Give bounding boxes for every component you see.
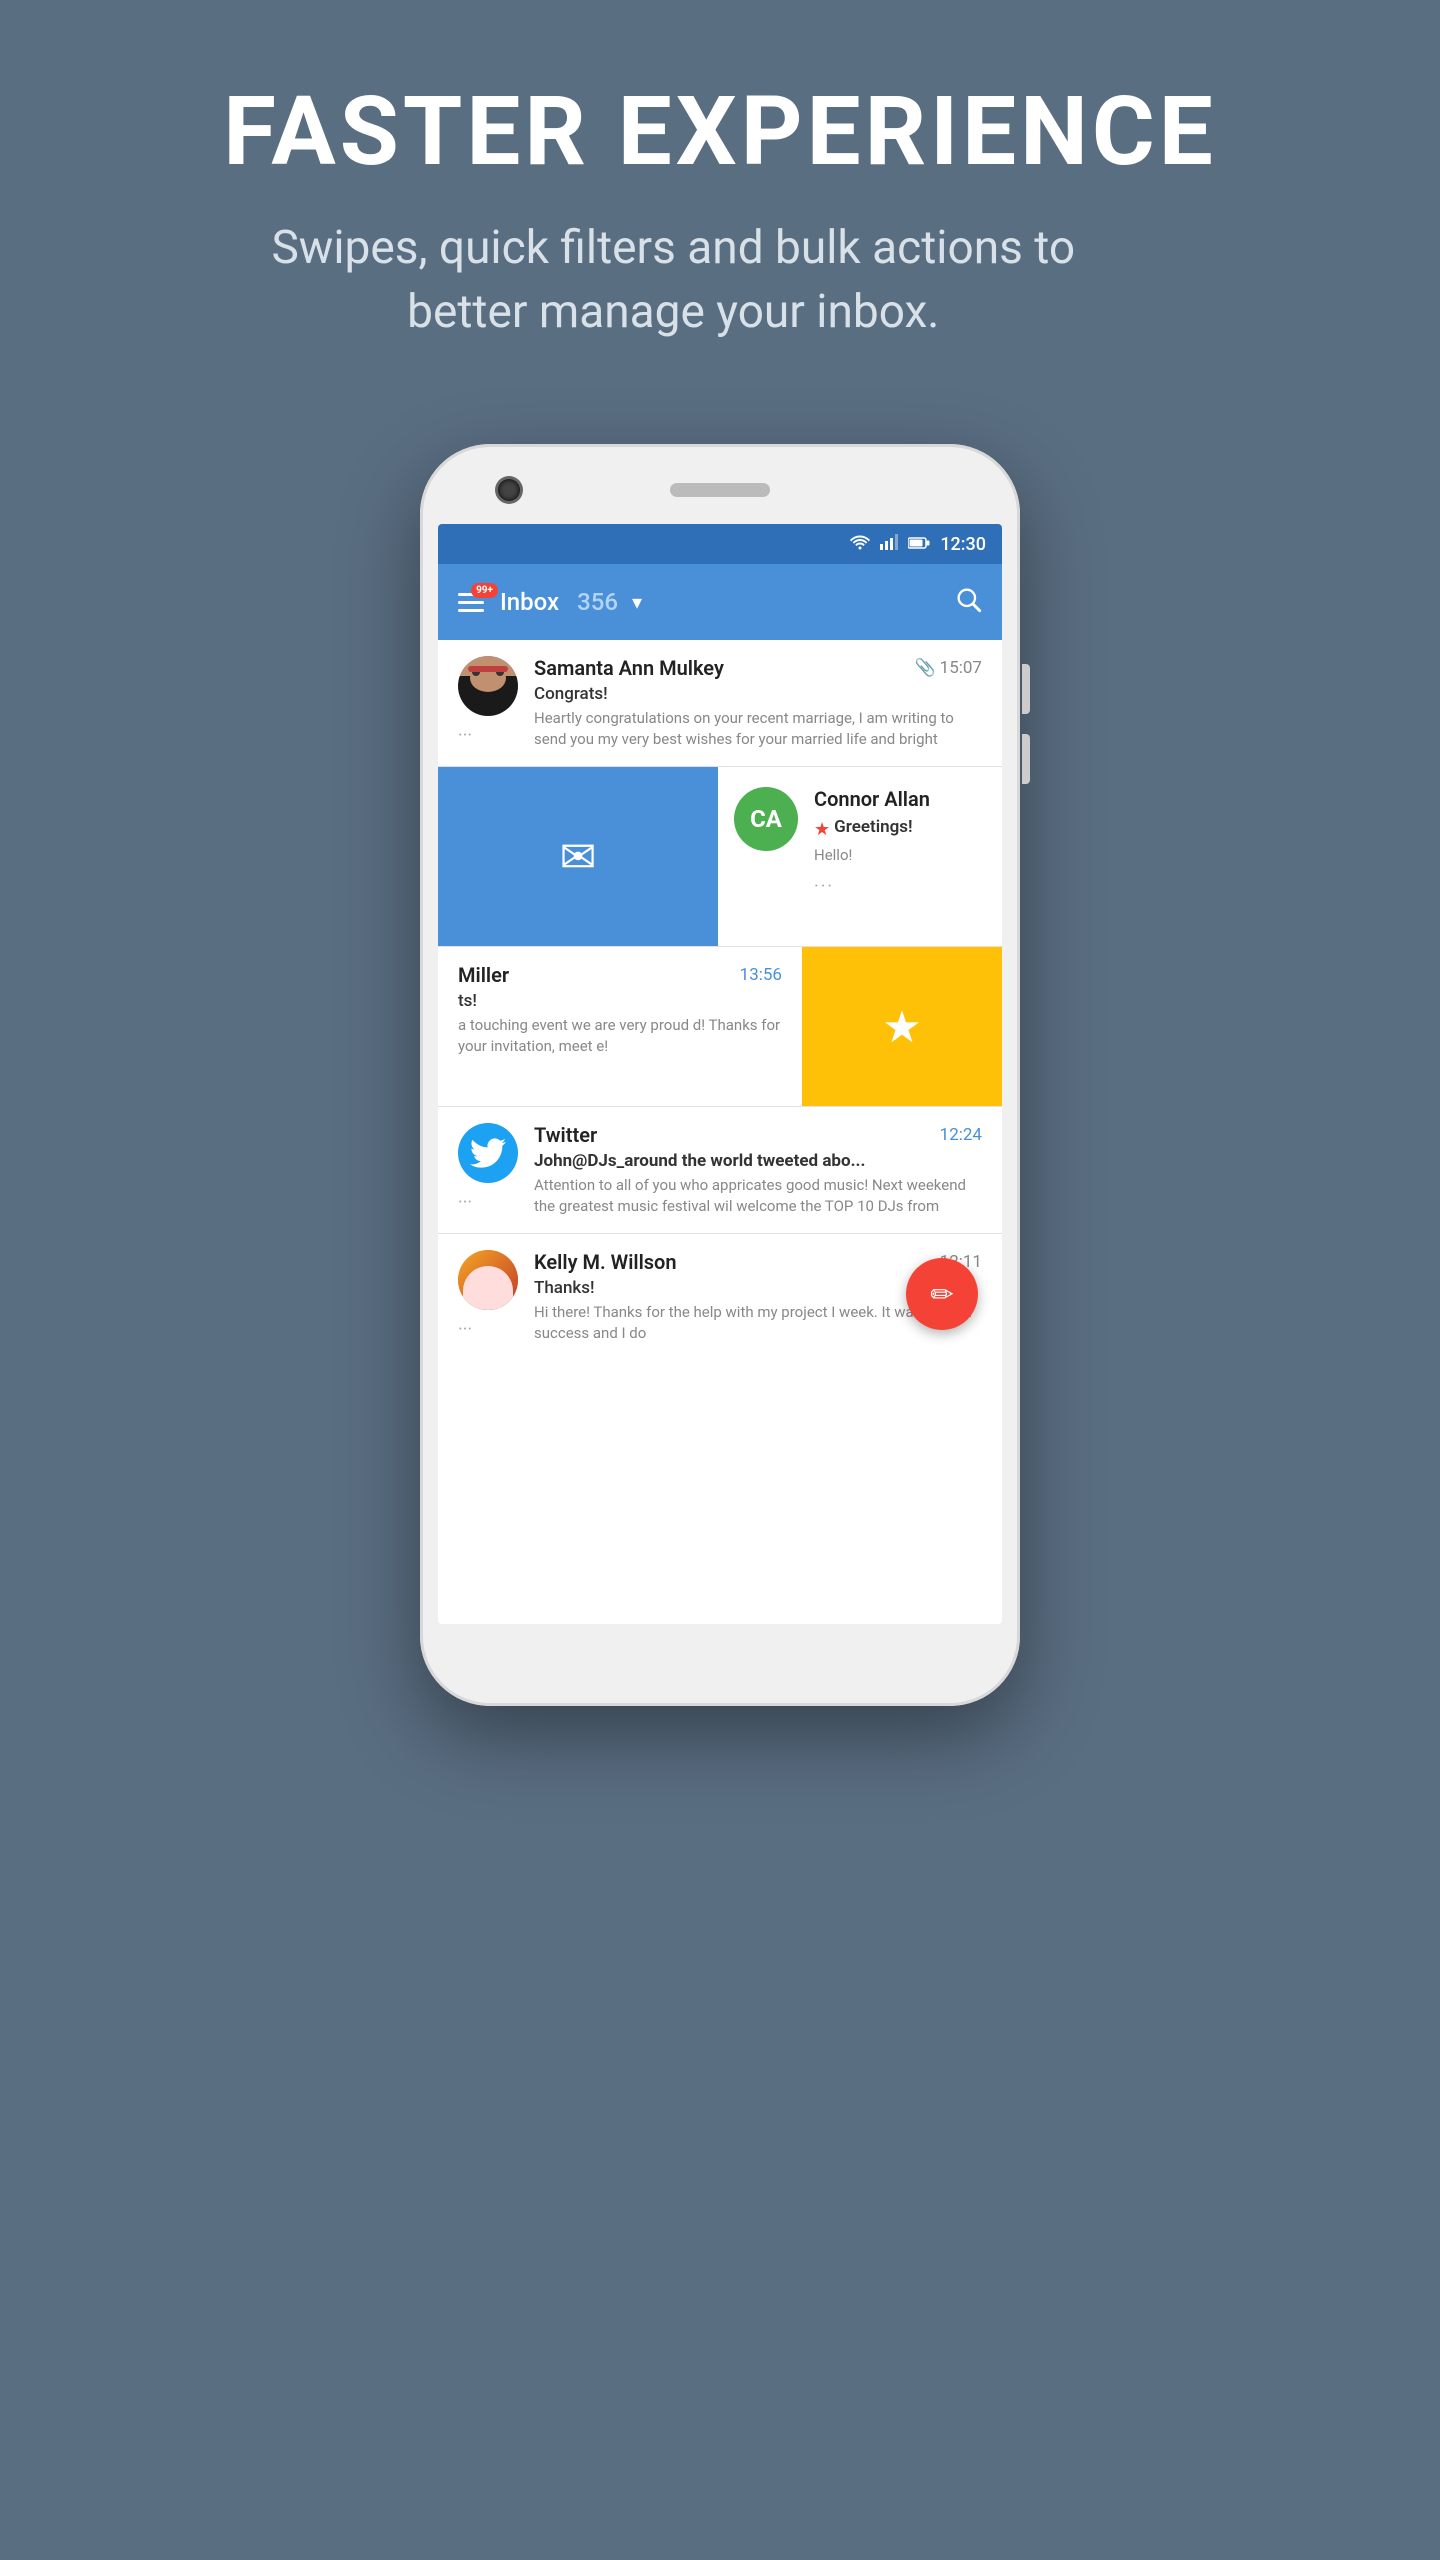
phone-wrapper: 12:30 99+ Inbox 356 ▾ (420, 444, 1020, 1706)
email-item-kelly[interactable]: Kelly M. Willson 12:11 Thanks! Hi there!… (438, 1234, 1002, 1360)
swipe-star-icon: ★ (882, 1001, 921, 1053)
status-bar: 12:30 (438, 524, 1002, 564)
notification-badge: 99+ (471, 583, 498, 598)
email-preview-connor: Hello! (814, 845, 986, 866)
email-item-samanta[interactable]: Samanta Ann Mulkey 📎 15:07 Congrats! Hea… (438, 640, 1002, 767)
signal-icon (880, 534, 898, 554)
email-content-connor: CA Connor Allan ★ Greetings! Hello! (718, 767, 1002, 946)
email-preview-miller: a touching event we are very proud d! Th… (458, 1015, 782, 1057)
sender-name-connor: Connor Allan (814, 787, 930, 811)
phone-bottom (438, 1638, 1002, 1678)
swipe-envelope-icon: ✉ (560, 831, 597, 883)
phone-top (438, 472, 1002, 508)
front-camera (498, 479, 520, 501)
email-preview-twitter: Attention to all of you who appricates g… (534, 1175, 982, 1217)
avatar-samanta (458, 656, 518, 716)
page-subtitle: Swipes, quick filters and bulk actions t… (223, 216, 1123, 345)
battery-icon (908, 535, 930, 554)
twitter-bird-icon (470, 1138, 506, 1168)
dots-menu-twitter[interactable]: ··· (458, 1192, 472, 1213)
email-item-connor[interactable]: ✉ CA Connor Allan ★ Greetings! (438, 767, 1002, 947)
avatar-connor: CA (734, 787, 798, 851)
wifi-icon (850, 534, 870, 554)
sender-name-kelly: Kelly M. Willson (534, 1250, 677, 1274)
swipe-right-panel-miller: ★ (802, 947, 1002, 1106)
volume-button-1 (1022, 664, 1030, 714)
dots-menu-kelly[interactable]: ··· (458, 1319, 472, 1340)
inbox-title-area[interactable]: Inbox 356 ▾ (500, 588, 938, 616)
email-item-twitter[interactable]: Twitter 12:24 John@DJs_around the world … (438, 1107, 1002, 1234)
hamburger-area[interactable]: 99+ (458, 593, 484, 612)
email-subject-miller: ts! (458, 991, 782, 1011)
dots-menu-samanta[interactable]: ··· (458, 725, 472, 746)
compose-fab[interactable]: ✏ (906, 1258, 978, 1330)
dots-menu-connor[interactable]: ··· (814, 876, 986, 897)
email-time-samanta: 15:07 (940, 658, 982, 678)
star-icon-connor: ★ (814, 819, 830, 840)
email-subject-twitter: John@DJs_around the world tweeted abo... (534, 1151, 982, 1171)
earpiece-speaker (670, 483, 770, 497)
avatar-twitter (458, 1123, 518, 1183)
compose-icon: ✏ (930, 1278, 953, 1311)
avatar-kelly (458, 1250, 518, 1310)
email-subject-samanta: Congrats! (534, 684, 982, 704)
email-preview-samanta: Heartly congratulations on your recent m… (534, 708, 982, 750)
email-time-twitter: 12:24 (940, 1125, 982, 1145)
sender-name-twitter: Twitter (534, 1123, 597, 1147)
dropdown-arrow-icon[interactable]: ▾ (632, 590, 642, 614)
sender-name-miller: Miller (458, 963, 509, 987)
attachment-icon-samanta: 📎 (914, 658, 935, 678)
inbox-count: 356 (577, 588, 618, 616)
email-list: Samanta Ann Mulkey 📎 15:07 Congrats! Hea… (438, 640, 1002, 1360)
phone-frame: 12:30 99+ Inbox 356 ▾ (420, 444, 1020, 1706)
page-header: FASTER EXPERIENCE Swipes, quick filters … (223, 0, 1216, 384)
email-subject-connor: Greetings! (834, 817, 912, 837)
volume-button-2 (1022, 734, 1030, 784)
inbox-label: Inbox (500, 588, 559, 616)
swipe-left-panel-connor: ✉ (438, 767, 718, 946)
email-content-twitter: Twitter 12:24 John@DJs_around the world … (534, 1123, 982, 1217)
email-time-miller: 13:56 (740, 965, 782, 985)
email-content-samanta: Samanta Ann Mulkey 📎 15:07 Congrats! Hea… (534, 656, 982, 750)
email-item-miller[interactable]: Miller 13:56 ts! a touching event we are… (438, 947, 1002, 1107)
status-time: 12:30 (940, 534, 986, 555)
app-bar: 99+ Inbox 356 ▾ (438, 564, 1002, 640)
email-content-miller: Miller 13:56 ts! a touching event we are… (438, 947, 802, 1106)
page-title: FASTER EXPERIENCE (223, 80, 1216, 186)
sender-name-samanta: Samanta Ann Mulkey (534, 656, 724, 680)
search-button[interactable] (954, 585, 982, 620)
phone-screen: 12:30 99+ Inbox 356 ▾ (438, 524, 1002, 1624)
